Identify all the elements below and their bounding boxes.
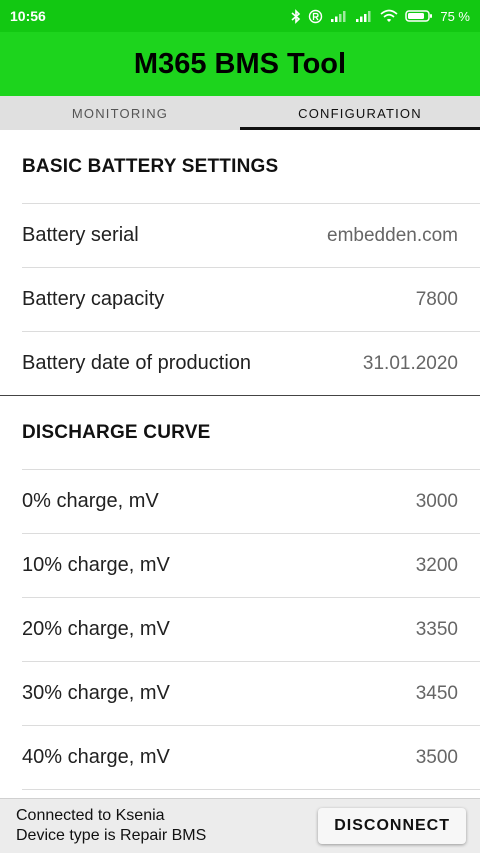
disconnect-button[interactable]: DISCONNECT: [318, 808, 466, 844]
setting-value: 3500: [415, 746, 458, 768]
tab-bar: MONITORING CONFIGURATION: [0, 96, 480, 130]
setting-label: Battery capacity: [22, 288, 165, 310]
status-time: 10:56: [10, 8, 46, 24]
setting-row-charge-40[interactable]: 40% charge, mV 3500: [22, 725, 480, 789]
setting-value: 3350: [415, 618, 458, 640]
setting-value: 7800: [415, 288, 458, 310]
battery-percent: 75 %: [440, 8, 470, 24]
wifi-icon: [380, 9, 398, 23]
battery-icon: [405, 9, 433, 23]
settings-list[interactable]: BASIC BATTERY SETTINGS Battery serial em…: [0, 130, 480, 798]
bluetooth-icon: [291, 8, 301, 24]
setting-value: 3450: [415, 682, 458, 704]
connection-bar: Connected to Ksenia Device type is Repai…: [0, 798, 480, 853]
section-header-discharge: DISCHARGE CURVE: [22, 421, 211, 443]
setting-label: 40% charge, mV: [22, 746, 170, 768]
connection-device-type: Device type is Repair BMS: [16, 827, 207, 844]
setting-row-charge-10[interactable]: 10% charge, mV 3200: [22, 533, 480, 597]
setting-value: embedden.com: [327, 224, 458, 246]
setting-value: 3200: [415, 554, 458, 576]
setting-row-charge-30[interactable]: 30% charge, mV 3450: [22, 661, 480, 725]
setting-label: Battery serial: [22, 224, 139, 246]
setting-label: Battery date of production: [22, 352, 252, 374]
app-title: M365 BMS Tool: [133, 47, 347, 80]
section-header-basic: BASIC BATTERY SETTINGS: [22, 155, 279, 177]
status-bar: 10:56 75 %: [0, 0, 480, 32]
connection-status: Connected to Ksenia Device type is Repai…: [16, 806, 206, 846]
status-icons: 75 %: [291, 9, 470, 24]
setting-label: 0% charge, mV: [22, 490, 159, 512]
setting-row-next-partial[interactable]: [22, 789, 480, 798]
setting-value: 31.01.2020: [362, 352, 458, 374]
setting-row-charge-20[interactable]: 20% charge, mV 3350: [22, 597, 480, 661]
app-bar: M365 BMS Tool: [0, 32, 480, 96]
connection-device-name: Connected to Ksenia: [16, 807, 165, 824]
setting-label: 20% charge, mV: [22, 618, 170, 640]
signal-sim1-icon: [330, 9, 348, 23]
signal-sim2-icon: [355, 9, 373, 23]
setting-value: 3000: [415, 490, 458, 512]
tab-monitoring[interactable]: MONITORING: [0, 96, 240, 130]
setting-row-charge-0[interactable]: 0% charge, mV 3000: [22, 469, 480, 533]
setting-row-battery-serial[interactable]: Battery serial embedden.com: [22, 203, 480, 267]
roaming-r-icon: [308, 9, 323, 24]
setting-label: 30% charge, mV: [22, 682, 170, 704]
setting-label: 10% charge, mV: [22, 554, 170, 576]
tab-configuration[interactable]: CONFIGURATION: [240, 96, 480, 130]
setting-row-battery-date[interactable]: Battery date of production 31.01.2020: [22, 331, 480, 395]
setting-row-battery-capacity[interactable]: Battery capacity 7800: [22, 267, 480, 331]
